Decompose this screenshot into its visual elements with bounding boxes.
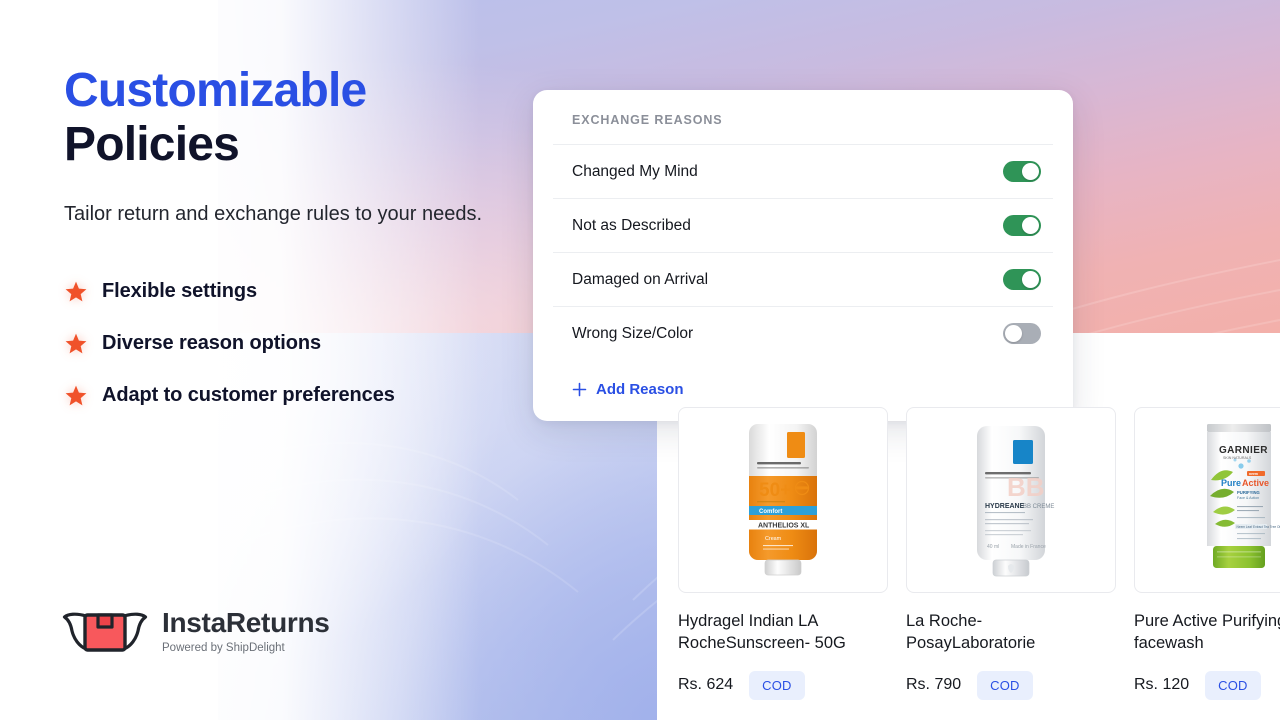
feature-item: Flexible settings bbox=[64, 280, 534, 304]
toggle-knob bbox=[1022, 163, 1039, 180]
star-icon bbox=[65, 333, 87, 353]
feature-list: Flexible settings Diverse reason options… bbox=[64, 280, 534, 408]
reason-label: Damaged on Arrival bbox=[572, 270, 709, 288]
product-meta: Rs. 624 COD bbox=[678, 670, 888, 700]
reason-toggle-damaged-on-arrival[interactable] bbox=[1003, 269, 1041, 290]
reason-row-not-as-described[interactable]: Not as Described bbox=[553, 199, 1053, 253]
feature-label: Diverse reason options bbox=[102, 332, 321, 354]
plus-icon bbox=[572, 382, 587, 397]
product-card[interactable]: GARNIER SKIN NATURALS neem Pure Active P… bbox=[1134, 407, 1280, 700]
toggle-knob bbox=[1022, 271, 1039, 288]
toggle-knob bbox=[1022, 217, 1039, 234]
brand-lockup: InstaReturns Powered by ShipDelight bbox=[62, 606, 330, 658]
reason-toggle-not-as-described[interactable] bbox=[1003, 215, 1041, 236]
svg-text:ANTHELIOS XL: ANTHELIOS XL bbox=[758, 522, 810, 529]
svg-text:Neem Leaf Extract Tea Tree Oi: Neem Leaf Extract Tea Tree Oil bbox=[1237, 525, 1280, 529]
product-name: La Roche-PosayLaboratorie bbox=[906, 612, 1036, 652]
reason-toggle-wrong-size-color[interactable] bbox=[1003, 323, 1041, 344]
product-payment-badge: COD bbox=[977, 670, 1033, 700]
svg-text:BB CREME: BB CREME bbox=[1023, 504, 1054, 510]
product-thumbnail: BB HYDREANE BB CREME 40 ml Made in Franc… bbox=[906, 407, 1116, 593]
product-name: Pure Active Purifying facewash bbox=[1134, 612, 1280, 652]
product-name: Hydragel Indian LA RocheSunscreen- 50G bbox=[678, 612, 846, 652]
reason-row-damaged-on-arrival[interactable]: Damaged on Arrival bbox=[553, 253, 1053, 307]
svg-text:Comfort: Comfort bbox=[759, 509, 782, 515]
toggle-knob bbox=[1005, 325, 1022, 342]
hero-subtitle: Tailor return and exchange rules to your… bbox=[64, 202, 483, 225]
product-card[interactable]: 50+ Comfort ANTHELIOS XL Cream Hydragel … bbox=[678, 407, 888, 700]
reason-label: Not as Described bbox=[572, 216, 691, 234]
feature-label: Adapt to customer preferences bbox=[102, 384, 395, 406]
product-price: Rs. 120 bbox=[1134, 676, 1190, 694]
garnier-pure-active-facewash-tube-image: GARNIER SKIN NATURALS neem Pure Active P… bbox=[1207, 424, 1280, 568]
svg-text:40 ml: 40 ml bbox=[987, 544, 999, 550]
page-title: Customizable Policies bbox=[64, 64, 534, 172]
product-thumbnail: 50+ Comfort ANTHELIOS XL Cream bbox=[678, 407, 888, 593]
product-card[interactable]: BB HYDREANE BB CREME 40 ml Made in Franc… bbox=[906, 407, 1116, 700]
reason-label: Changed My Mind bbox=[572, 162, 698, 180]
page-title-line-2: Policies bbox=[64, 117, 240, 171]
product-payment-badge: COD bbox=[1205, 670, 1261, 700]
svg-text:Face & Action: Face & Action bbox=[1237, 496, 1259, 500]
product-meta: Rs. 120 COD bbox=[1134, 670, 1280, 700]
svg-text:Pure: Pure bbox=[1221, 478, 1241, 488]
svg-text:BB: BB bbox=[1007, 472, 1045, 502]
add-reason-label: Add Reason bbox=[596, 381, 684, 398]
svg-text:Active: Active bbox=[1242, 478, 1269, 488]
product-thumbnail: GARNIER SKIN NATURALS neem Pure Active P… bbox=[1134, 407, 1280, 593]
product-price: Rs. 790 bbox=[906, 676, 962, 694]
hero-section: Customizable Policies Tailor return and … bbox=[64, 64, 534, 436]
brand-name: InstaReturns bbox=[162, 607, 330, 639]
reason-label: Wrong Size/Color bbox=[572, 324, 694, 342]
feature-item: Diverse reason options bbox=[64, 332, 534, 356]
feature-label: Flexible settings bbox=[102, 280, 258, 302]
exchange-reasons-card: EXCHANGE REASONS Changed My Mind Not as … bbox=[533, 90, 1073, 421]
feature-item: Adapt to customer preferences bbox=[64, 384, 534, 408]
svg-text:neem: neem bbox=[1249, 472, 1258, 476]
product-list: 50+ Comfort ANTHELIOS XL Cream Hydragel … bbox=[678, 407, 1280, 700]
la-roche-posay-hydreane-bb-cream-tube-image: BB HYDREANE BB CREME 40 ml Made in Franc… bbox=[977, 426, 1054, 577]
page-root: Customizable Policies Tailor return and … bbox=[0, 0, 1280, 720]
svg-text:Made in France: Made in France bbox=[1011, 544, 1046, 550]
page-title-line-1: Customizable bbox=[64, 64, 367, 117]
brand-tagline: Powered by ShipDelight bbox=[162, 642, 285, 655]
svg-text:PURIFYING: PURIFYING bbox=[1237, 490, 1260, 495]
svg-text:GARNIER: GARNIER bbox=[1219, 445, 1268, 456]
svg-text:SKIN NATURALS: SKIN NATURALS bbox=[1223, 456, 1252, 460]
product-meta: Rs. 790 COD bbox=[906, 670, 1116, 700]
svg-text:Cream: Cream bbox=[765, 536, 782, 542]
brand-text: InstaReturns Powered by ShipDelight bbox=[162, 609, 330, 655]
reason-toggle-changed-my-mind[interactable] bbox=[1003, 161, 1041, 182]
la-roche-posay-anthelios-sunscreen-tube-image: 50+ Comfort ANTHELIOS XL Cream bbox=[749, 424, 817, 576]
exchange-reasons-header: EXCHANGE REASONS bbox=[553, 90, 1053, 145]
reason-row-changed-my-mind[interactable]: Changed My Mind bbox=[553, 145, 1053, 199]
product-payment-badge: COD bbox=[749, 670, 805, 700]
svg-text:HYDREANE: HYDREANE bbox=[985, 503, 1025, 510]
star-icon bbox=[65, 385, 87, 405]
product-price: Rs. 624 bbox=[678, 676, 734, 694]
svg-text:50+: 50+ bbox=[759, 480, 791, 501]
reason-row-wrong-size-color[interactable]: Wrong Size/Color bbox=[553, 307, 1053, 360]
star-icon bbox=[65, 281, 87, 301]
winged-box-logo-icon bbox=[62, 612, 148, 652]
